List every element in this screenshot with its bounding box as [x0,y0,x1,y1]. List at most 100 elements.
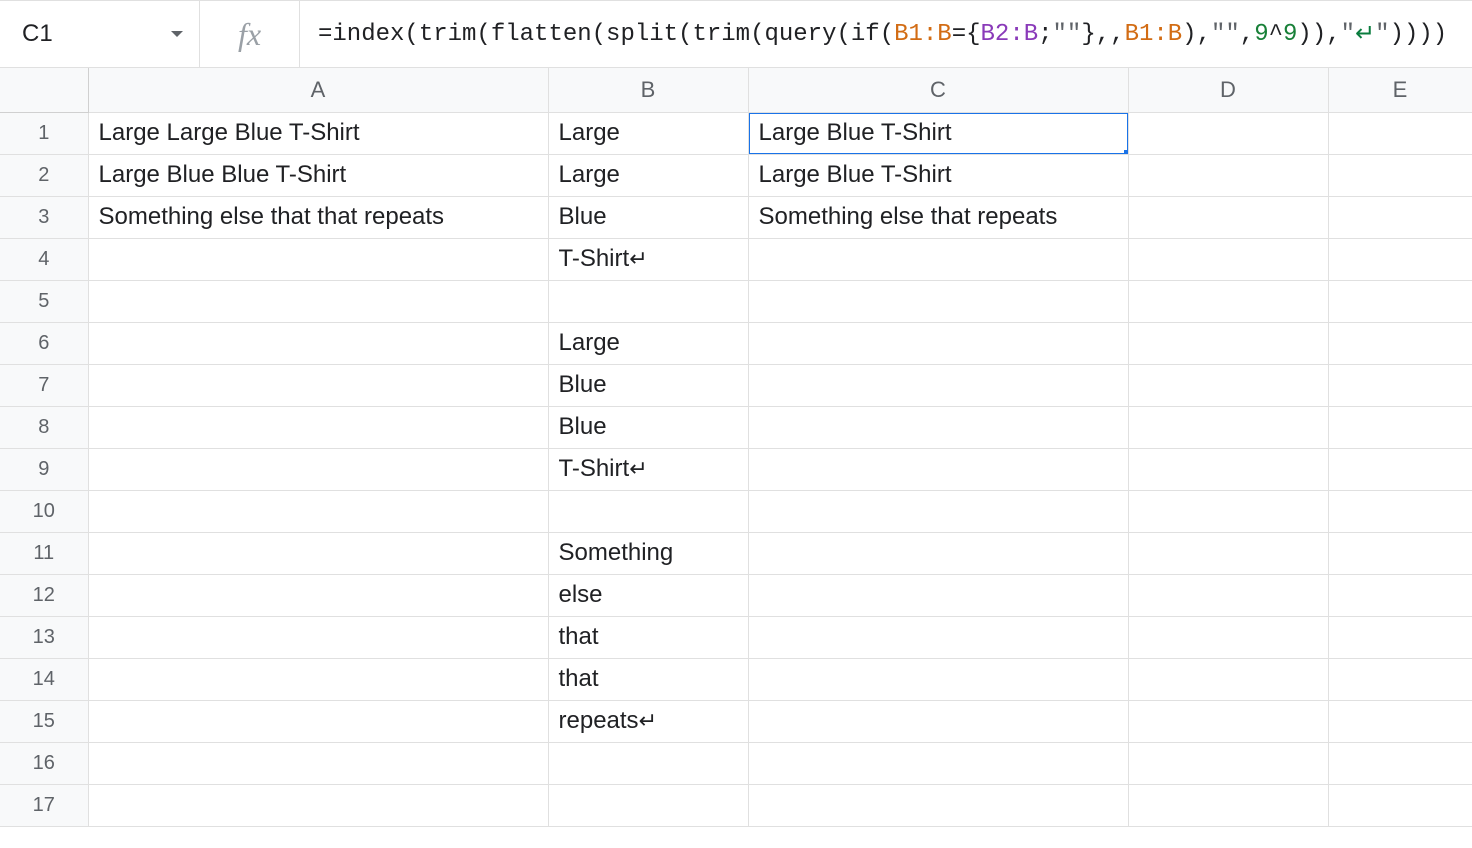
cell-D14[interactable] [1128,658,1328,700]
column-header-B[interactable]: B [548,68,748,112]
cell-D2[interactable] [1128,154,1328,196]
cell-C10[interactable] [748,490,1128,532]
column-header-A[interactable]: A [88,68,548,112]
cell-C7[interactable] [748,364,1128,406]
cell-B8[interactable]: Blue [548,406,748,448]
formula-input[interactable]: =index(trim(flatten(split(trim(query(if(… [300,1,1472,67]
row-header-17[interactable]: 17 [0,784,88,826]
cell-C12[interactable] [748,574,1128,616]
cell-A8[interactable] [88,406,548,448]
cell-E7[interactable] [1328,364,1472,406]
cell-A10[interactable] [88,490,548,532]
cell-A5[interactable] [88,280,548,322]
cell-A6[interactable] [88,322,548,364]
row-header-9[interactable]: 9 [0,448,88,490]
column-header-D[interactable]: D [1128,68,1328,112]
cell-B4[interactable]: T-Shirt↵ [548,238,748,280]
cell-C9[interactable] [748,448,1128,490]
cell-A11[interactable] [88,532,548,574]
row-header-1[interactable]: 1 [0,112,88,154]
cell-B3[interactable]: Blue [548,196,748,238]
cell-A15[interactable] [88,700,548,742]
cell-E5[interactable] [1328,280,1472,322]
cell-D7[interactable] [1128,364,1328,406]
cell-E4[interactable] [1328,238,1472,280]
cell-E8[interactable] [1328,406,1472,448]
cell-B6[interactable]: Large [548,322,748,364]
cell-B2[interactable]: Large [548,154,748,196]
cell-B9[interactable]: T-Shirt↵ [548,448,748,490]
cell-A3[interactable]: Something else that that repeats [88,196,548,238]
cell-D6[interactable] [1128,322,1328,364]
row-header-3[interactable]: 3 [0,196,88,238]
cell-E6[interactable] [1328,322,1472,364]
cell-A2[interactable]: Large Blue Blue T-Shirt [88,154,548,196]
row-header-2[interactable]: 2 [0,154,88,196]
column-header-E[interactable]: E [1328,68,1472,112]
cell-C17[interactable] [748,784,1128,826]
row-header-11[interactable]: 11 [0,532,88,574]
cell-E10[interactable] [1328,490,1472,532]
row-header-16[interactable]: 16 [0,742,88,784]
cell-E12[interactable] [1328,574,1472,616]
cell-E3[interactable] [1328,196,1472,238]
cell-B5[interactable] [548,280,748,322]
cell-B12[interactable]: else [548,574,748,616]
cell-A7[interactable] [88,364,548,406]
cell-D12[interactable] [1128,574,1328,616]
cell-C3[interactable]: Something else that repeats [748,196,1128,238]
cell-E9[interactable] [1328,448,1472,490]
cell-D13[interactable] [1128,616,1328,658]
cell-E17[interactable] [1328,784,1472,826]
row-header-8[interactable]: 8 [0,406,88,448]
cell-D4[interactable] [1128,238,1328,280]
cell-A4[interactable] [88,238,548,280]
select-all-corner[interactable] [0,68,88,112]
row-header-14[interactable]: 14 [0,658,88,700]
cell-E2[interactable] [1328,154,1472,196]
column-header-C[interactable]: C [748,68,1128,112]
cell-A17[interactable] [88,784,548,826]
cell-B7[interactable]: Blue [548,364,748,406]
cell-D17[interactable] [1128,784,1328,826]
cell-C8[interactable] [748,406,1128,448]
cell-D5[interactable] [1128,280,1328,322]
cell-B17[interactable] [548,784,748,826]
cell-B10[interactable] [548,490,748,532]
cell-C13[interactable] [748,616,1128,658]
cell-C16[interactable] [748,742,1128,784]
cell-B16[interactable] [548,742,748,784]
cell-A16[interactable] [88,742,548,784]
cell-A1[interactable]: Large Large Blue T-Shirt [88,112,548,154]
cell-A12[interactable] [88,574,548,616]
cell-D15[interactable] [1128,700,1328,742]
cell-E14[interactable] [1328,658,1472,700]
cell-D16[interactable] [1128,742,1328,784]
cell-A14[interactable] [88,658,548,700]
spreadsheet-grid[interactable]: ABCDE1Large Large Blue T-ShirtLargeLarge… [0,68,1472,827]
cell-D8[interactable] [1128,406,1328,448]
fill-handle[interactable] [1124,150,1129,155]
cell-C14[interactable] [748,658,1128,700]
row-header-12[interactable]: 12 [0,574,88,616]
cell-B1[interactable]: Large [548,112,748,154]
cell-B14[interactable]: that [548,658,748,700]
cell-C2[interactable]: Large Blue T-Shirt [748,154,1128,196]
cell-D1[interactable] [1128,112,1328,154]
cell-D11[interactable] [1128,532,1328,574]
cell-A13[interactable] [88,616,548,658]
cell-A9[interactable] [88,448,548,490]
name-box[interactable]: C1 [0,1,200,67]
cell-C15[interactable] [748,700,1128,742]
cell-D3[interactable] [1128,196,1328,238]
row-header-15[interactable]: 15 [0,700,88,742]
cell-B11[interactable]: Something [548,532,748,574]
cell-E16[interactable] [1328,742,1472,784]
cell-C6[interactable] [748,322,1128,364]
cell-D10[interactable] [1128,490,1328,532]
cell-E15[interactable] [1328,700,1472,742]
cell-C4[interactable] [748,238,1128,280]
cell-D9[interactable] [1128,448,1328,490]
cell-B15[interactable]: repeats↵ [548,700,748,742]
row-header-7[interactable]: 7 [0,364,88,406]
